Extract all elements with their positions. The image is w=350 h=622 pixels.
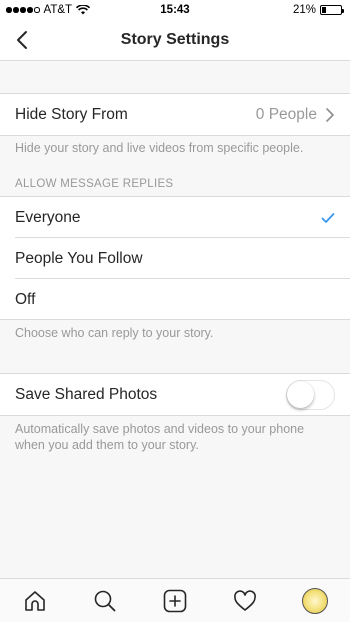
- heart-icon: [234, 589, 256, 611]
- hide-story-count: 0 People: [255, 105, 317, 123]
- description-line: Automatically save photos and videos to …: [15, 422, 305, 436]
- chevron-left-icon: [17, 31, 27, 49]
- reply-option-off[interactable]: Off: [0, 279, 350, 320]
- save-shared-photos-description: Automatically save photos and videos to …: [15, 421, 335, 453]
- reply-option-people-you-follow[interactable]: People You Follow: [0, 238, 350, 279]
- status-bar: AT&T 15:43 21%: [0, 0, 350, 20]
- save-shared-photos-label: Save Shared Photos: [15, 385, 158, 403]
- description-line: when you add them to your story.: [15, 438, 199, 452]
- hide-story-label: Hide Story From: [15, 105, 128, 123]
- tab-profile[interactable]: [295, 581, 335, 621]
- tab-home[interactable]: [15, 581, 55, 621]
- divider: [0, 135, 350, 136]
- section-header-message-replies: ALLOW MESSAGE REPLIES: [15, 178, 174, 190]
- reply-option-label: People You Follow: [15, 249, 143, 267]
- battery-percent: 21%: [292, 4, 316, 16]
- divider: [0, 415, 350, 416]
- status-left: AT&T: [6, 4, 91, 16]
- reply-option-label: Everyone: [15, 208, 81, 226]
- reply-option-label: Off: [15, 290, 36, 308]
- wifi-icon: [76, 5, 91, 15]
- home-icon: [25, 590, 45, 611]
- hide-story-value: 0 People: [256, 106, 335, 124]
- signal-strength-icon: [6, 7, 40, 13]
- battery-icon: [320, 5, 344, 15]
- tab-bar: [0, 578, 350, 622]
- save-shared-photos-row: Save Shared Photos: [0, 374, 350, 415]
- search-icon: [94, 590, 116, 611]
- tab-activity[interactable]: [225, 581, 265, 621]
- status-right: 21%: [292, 4, 344, 16]
- reply-option-everyone[interactable]: Everyone: [0, 197, 350, 238]
- back-button[interactable]: [8, 26, 36, 54]
- hide-story-description: Hide your story and live videos from spe…: [15, 141, 304, 155]
- hide-story-from-row[interactable]: Hide Story From 0 People: [0, 94, 350, 135]
- toggle-knob: [287, 380, 314, 408]
- tab-new-post[interactable]: [155, 581, 195, 621]
- plus-square-icon: [163, 589, 187, 612]
- message-replies-description: Choose who can reply to your story.: [15, 326, 214, 340]
- page-title: Story Settings: [120, 31, 230, 48]
- avatar: [302, 587, 328, 614]
- carrier-name: AT&T: [43, 4, 73, 16]
- navigation-bar: Story Settings: [0, 20, 350, 61]
- divider: [0, 319, 350, 320]
- tab-search[interactable]: [85, 581, 125, 621]
- chevron-right-icon: [326, 107, 334, 122]
- checkmark-icon: [321, 212, 335, 223]
- save-shared-photos-toggle[interactable]: [286, 379, 335, 410]
